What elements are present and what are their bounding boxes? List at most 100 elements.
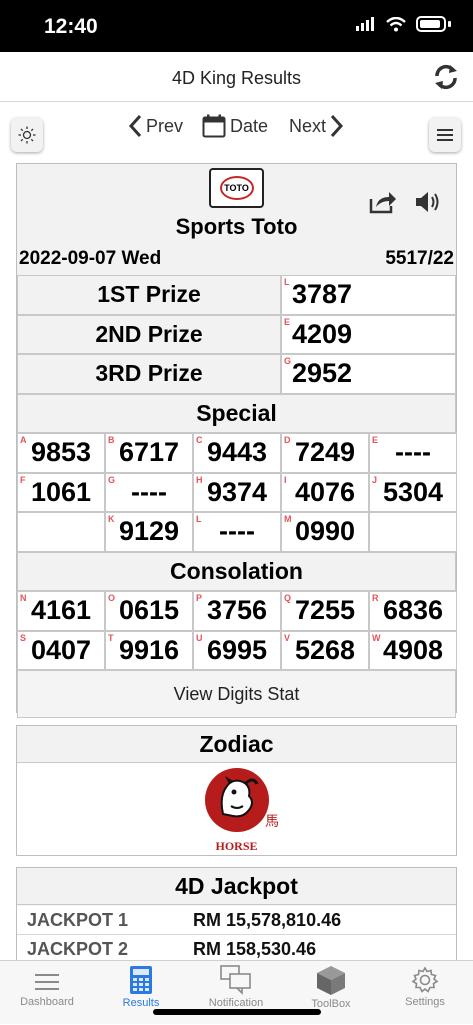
number-cell: C 9443	[193, 433, 281, 473]
jackpot-title: 4D Jackpot	[17, 868, 456, 905]
prize-number: 1061	[30, 476, 92, 507]
number-cell: E ----	[369, 433, 457, 473]
next-button[interactable]: Next	[285, 114, 344, 138]
results-card: TOTO Sports Toto 2022-09-07 Wed 5517/22 …	[16, 163, 457, 718]
prize-number: 9443	[206, 437, 268, 468]
prize-tag: T	[108, 632, 114, 643]
zodiac-card: Zodiac 馬 HORSE	[16, 725, 457, 856]
battery-icon	[416, 16, 446, 32]
number-cell: O 0615	[105, 591, 193, 631]
date-button[interactable]: Date	[202, 114, 272, 138]
number-cell: P 3756	[193, 591, 281, 631]
status-icons	[356, 16, 451, 32]
number-cell: L ----	[193, 512, 281, 552]
logo-text: TOTO	[219, 176, 254, 200]
tab-dashboard[interactable]: Dashboard	[0, 961, 94, 1025]
prev-label: Prev	[146, 115, 184, 136]
number-cell: J 5304	[369, 472, 457, 512]
prize-number: 5268	[294, 634, 356, 665]
draw-number: 5517/22	[385, 248, 454, 269]
special-title: Special	[17, 393, 456, 433]
prize-number: ----	[131, 476, 167, 507]
prize-number: 4209	[292, 318, 353, 349]
tab-results[interactable]: Results	[94, 961, 188, 1025]
chat-icon	[220, 965, 251, 995]
jackpot-amount: RM 158,530.46	[193, 939, 317, 959]
wifi-icon	[386, 16, 406, 31]
prize-tag: E	[372, 435, 379, 445]
prize-tag: S	[20, 632, 27, 643]
jackpot-row: JACKPOT 1 RM 15,578,810.46	[17, 906, 456, 935]
status-time: 12:40	[44, 15, 98, 38]
prize-tag: D	[284, 435, 291, 445]
prize-number: 6717	[118, 437, 180, 468]
theme-toggle-button[interactable]	[11, 118, 43, 152]
prize-tag: M	[284, 514, 292, 524]
date-label: Date	[230, 115, 269, 136]
jackpot-amount: RM 15,578,810.46	[193, 910, 342, 930]
signal-icon	[356, 17, 374, 31]
number-cell: T 9916	[105, 630, 193, 670]
number-cell: U 6995	[193, 630, 281, 670]
number-cell	[17, 512, 105, 552]
jackpot-label: JACKPOT 2	[27, 939, 129, 959]
number-cell: A 9853	[17, 433, 105, 473]
tab-label: Dashboard	[20, 996, 74, 1008]
number-cell: I 4076	[281, 472, 369, 512]
prev-button[interactable]: Prev	[128, 114, 187, 138]
number-cell	[369, 512, 457, 552]
view-digits-stat-button[interactable]: View Digits Stat	[17, 670, 456, 718]
prize-tag: V	[284, 632, 291, 643]
prize-tag: R	[372, 593, 379, 603]
prize-number: 5304	[382, 476, 444, 507]
prize-number: ----	[219, 516, 255, 547]
gear-icon	[411, 966, 439, 993]
prize-tag: W	[372, 632, 381, 643]
share-icon[interactable]	[369, 190, 397, 214]
zodiac-title: Zodiac	[17, 726, 456, 763]
number-cell: G ----	[105, 472, 193, 512]
prize-number: 2952	[292, 358, 353, 389]
hamburger-icon	[437, 129, 453, 141]
refresh-icon[interactable]	[431, 62, 461, 92]
prize-number: 6836	[382, 595, 444, 626]
chevron-left-icon	[128, 114, 142, 138]
prize-number: 0407	[30, 634, 92, 665]
prize-number: 4908	[382, 634, 444, 665]
prize-tag: U	[196, 632, 203, 643]
tab-settings[interactable]: Settings	[378, 961, 472, 1025]
prize-number: 7255	[294, 595, 356, 626]
number-cell: F 1061	[17, 472, 105, 512]
prize-tag: I	[284, 474, 287, 485]
horse-zodiac-icon	[205, 768, 269, 832]
status-bar: 12:40	[0, 0, 473, 52]
prize-tag: L	[196, 514, 202, 524]
home-indicator	[153, 1009, 321, 1015]
prize-number: 9129	[118, 516, 180, 547]
box-icon	[317, 966, 345, 995]
prize-tag: K	[108, 514, 115, 524]
page-title: 4D King Results	[171, 68, 302, 88]
tab-toolbox[interactable]: ToolBox	[284, 961, 378, 1025]
number-cell: E 4209	[281, 314, 456, 354]
battery-tip	[448, 21, 451, 27]
zodiac-panel: 馬 HORSE	[17, 763, 456, 855]
speaker-icon[interactable]	[414, 190, 442, 214]
prize-number: 0615	[118, 595, 180, 626]
toto-logo: TOTO	[209, 168, 264, 208]
prize-tag: G	[284, 356, 292, 366]
number-cell: S 0407	[17, 630, 105, 670]
number-cell: K 9129	[105, 512, 193, 552]
prize-tag: F	[20, 474, 26, 485]
prize-number: 4161	[30, 595, 92, 626]
prize-tag: B	[108, 435, 115, 445]
tab-label: Settings	[405, 996, 445, 1008]
menu-button[interactable]	[429, 118, 461, 152]
calendar-icon	[202, 114, 226, 138]
prize-tag: J	[372, 474, 378, 485]
zodiac-name: HORSE	[215, 839, 258, 853]
zodiac-char: 馬	[265, 813, 279, 829]
tab-notification[interactable]: Notification	[189, 961, 283, 1025]
prize-number: 6995	[206, 634, 268, 665]
draw-date: 2022-09-07 Wed	[19, 248, 162, 269]
